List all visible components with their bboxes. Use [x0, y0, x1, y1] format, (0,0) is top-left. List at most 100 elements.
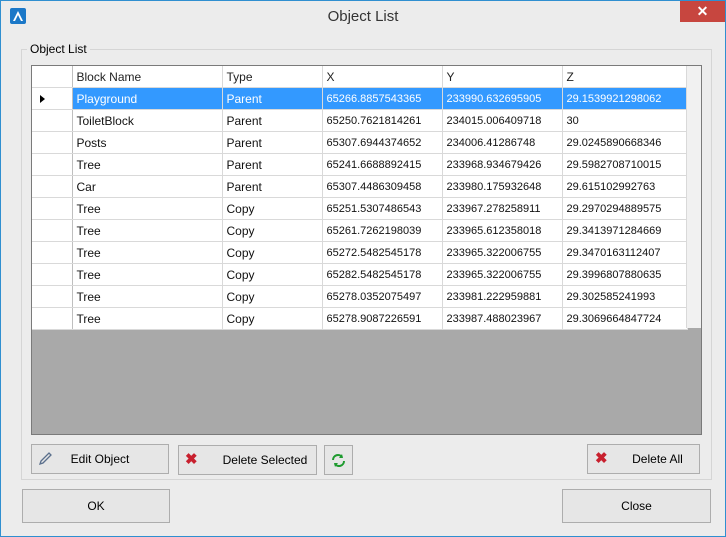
cell-x[interactable]: 65266.8857543365 — [322, 87, 443, 110]
cell-type[interactable]: Copy — [222, 307, 323, 330]
cell-type[interactable]: Copy — [222, 263, 323, 286]
cell-type[interactable]: Parent — [222, 131, 323, 154]
column-header-x[interactable]: X — [322, 66, 443, 88]
cell-y[interactable]: 233987.488023967 — [442, 307, 563, 330]
row-header[interactable] — [32, 219, 73, 242]
row-header[interactable] — [32, 285, 73, 308]
cell-y[interactable]: 234006.41286748 — [442, 131, 563, 154]
object-table: Block Name Type X Y Z Playground Parent 65… — [32, 66, 688, 330]
cell-block-name[interactable]: Tree — [72, 219, 223, 242]
window-close-button[interactable]: ✕ — [680, 1, 725, 22]
column-header-y[interactable]: Y — [442, 66, 563, 88]
table-row[interactable]: Tree Copy 65278.0352075497 233981.222959881… — [32, 285, 688, 308]
cell-y[interactable]: 233968.934679426 — [442, 153, 563, 176]
cell-z[interactable]: 29.3996807880635 — [562, 263, 688, 286]
cell-block-name[interactable]: Posts — [72, 131, 223, 154]
cell-type[interactable]: Parent — [222, 175, 323, 198]
cell-y[interactable]: 233981.222959881 — [442, 285, 563, 308]
table-row[interactable]: Posts Parent 65307.6944374652 234006.412867… — [32, 131, 688, 154]
edit-object-button[interactable]: Edit Object — [31, 444, 169, 474]
cell-y[interactable]: 233990.632695905 — [442, 87, 563, 110]
cell-block-name[interactable]: Tree — [72, 241, 223, 264]
cell-block-name[interactable]: Car — [72, 175, 223, 198]
row-header[interactable] — [32, 263, 73, 286]
cell-type[interactable]: Copy — [222, 197, 323, 220]
row-header[interactable] — [32, 307, 73, 330]
row-header[interactable] — [32, 131, 73, 154]
cell-x[interactable]: 65307.4486309458 — [322, 175, 443, 198]
row-header[interactable] — [32, 153, 73, 176]
red-x-icon: ✖ — [185, 451, 198, 468]
cell-type[interactable]: Copy — [222, 241, 323, 264]
cell-y[interactable]: 233965.612358018 — [442, 219, 563, 242]
cell-x[interactable]: 65282.5482545178 — [322, 263, 443, 286]
cell-type[interactable]: Copy — [222, 219, 323, 242]
cell-block-name[interactable]: Tree — [72, 285, 223, 308]
table-row[interactable]: Tree Copy 65261.7262198039 233965.612358018… — [32, 219, 688, 242]
ok-button[interactable]: OK — [22, 489, 170, 523]
cell-z[interactable]: 29.615102992763 — [562, 175, 688, 198]
refresh-button[interactable] — [324, 445, 353, 475]
title-bar: Object List ✕ — [1, 1, 725, 32]
cell-type[interactable]: Parent — [222, 87, 323, 110]
cell-x[interactable]: 65278.0352075497 — [322, 285, 443, 308]
column-header-z[interactable]: Z — [562, 66, 688, 88]
cell-z[interactable]: 29.3069664847724 — [562, 307, 688, 330]
current-row-arrow-icon — [40, 94, 45, 103]
cell-block-name[interactable]: Tree — [72, 197, 223, 220]
cell-z[interactable]: 29.3470163112407 — [562, 241, 688, 264]
delete-all-label: Delete All — [632, 452, 683, 466]
row-header[interactable] — [32, 175, 73, 198]
column-header-type[interactable]: Type — [222, 66, 323, 88]
delete-selected-button[interactable]: ✖ Delete Selected — [178, 445, 317, 475]
row-header[interactable] — [32, 109, 73, 132]
cell-z[interactable]: 29.3413971284669 — [562, 219, 688, 242]
table-row[interactable]: ToiletBlock Parent 65250.7621814261 234015.… — [32, 109, 688, 132]
table-row[interactable]: Playground Parent 65266.8857543365 233990.6… — [32, 87, 688, 110]
cell-block-name[interactable]: Playground — [72, 87, 223, 110]
cell-y[interactable]: 233965.322006755 — [442, 263, 563, 286]
cell-block-name[interactable]: Tree — [72, 153, 223, 176]
delete-all-button[interactable]: ✖ Delete All — [587, 444, 700, 474]
vertical-scrollbar[interactable] — [686, 66, 701, 328]
cell-x[interactable]: 65278.9087226591 — [322, 307, 443, 330]
cell-type[interactable]: Parent — [222, 153, 323, 176]
table-row[interactable]: Tree Copy 65278.9087226591 233987.488023967… — [32, 307, 688, 330]
cell-z[interactable]: 29.5982708710015 — [562, 153, 688, 176]
table-row[interactable]: Car Parent 65307.4486309458 233980.17593264… — [32, 175, 688, 198]
cell-block-name[interactable]: ToiletBlock — [72, 109, 223, 132]
cell-z[interactable]: 29.2970294889575 — [562, 197, 688, 220]
cell-x[interactable]: 65241.6688892415 — [322, 153, 443, 176]
cell-x[interactable]: 65272.5482545178 — [322, 241, 443, 264]
cell-x[interactable]: 65307.6944374652 — [322, 131, 443, 154]
cell-z[interactable]: 29.0245890668346 — [562, 131, 688, 154]
cell-type[interactable]: Copy — [222, 285, 323, 308]
table-row[interactable]: Tree Copy 65282.5482545178 233965.322006755… — [32, 263, 688, 286]
column-header-block-name[interactable]: Block Name — [72, 66, 223, 88]
cell-z[interactable]: 30 — [562, 109, 688, 132]
row-header[interactable] — [32, 241, 73, 264]
row-header[interactable] — [32, 197, 73, 220]
row-header-corner — [32, 66, 73, 88]
cell-block-name[interactable]: Tree — [72, 263, 223, 286]
table-row[interactable]: Tree Copy 65251.5307486543 233967.278258911… — [32, 197, 688, 220]
object-grid[interactable]: Block Name Type X Y Z Playground Parent 65… — [31, 65, 702, 435]
cell-z[interactable]: 29.302585241993 — [562, 285, 688, 308]
group-label: Object List — [27, 42, 90, 56]
cell-y[interactable]: 233980.175932648 — [442, 175, 563, 198]
table-body: Playground Parent 65266.8857543365 233990.6… — [32, 87, 688, 330]
cell-x[interactable]: 65250.7621814261 — [322, 109, 443, 132]
cell-x[interactable]: 65251.5307486543 — [322, 197, 443, 220]
cell-y[interactable]: 233965.322006755 — [442, 241, 563, 264]
cell-x[interactable]: 65261.7262198039 — [322, 219, 443, 242]
cell-z[interactable]: 29.1539921298062 — [562, 87, 688, 110]
cell-type[interactable]: Parent — [222, 109, 323, 132]
cell-y[interactable]: 234015.006409718 — [442, 109, 563, 132]
row-header[interactable] — [32, 87, 73, 110]
cell-block-name[interactable]: Tree — [72, 307, 223, 330]
close-button[interactable]: Close — [562, 489, 711, 523]
table-row[interactable]: Tree Copy 65272.5482545178 233965.322006755… — [32, 241, 688, 264]
cell-y[interactable]: 233967.278258911 — [442, 197, 563, 220]
scrollbar-thumb[interactable] — [692, 66, 698, 328]
table-row[interactable]: Tree Parent 65241.6688892415 233968.9346794… — [32, 153, 688, 176]
